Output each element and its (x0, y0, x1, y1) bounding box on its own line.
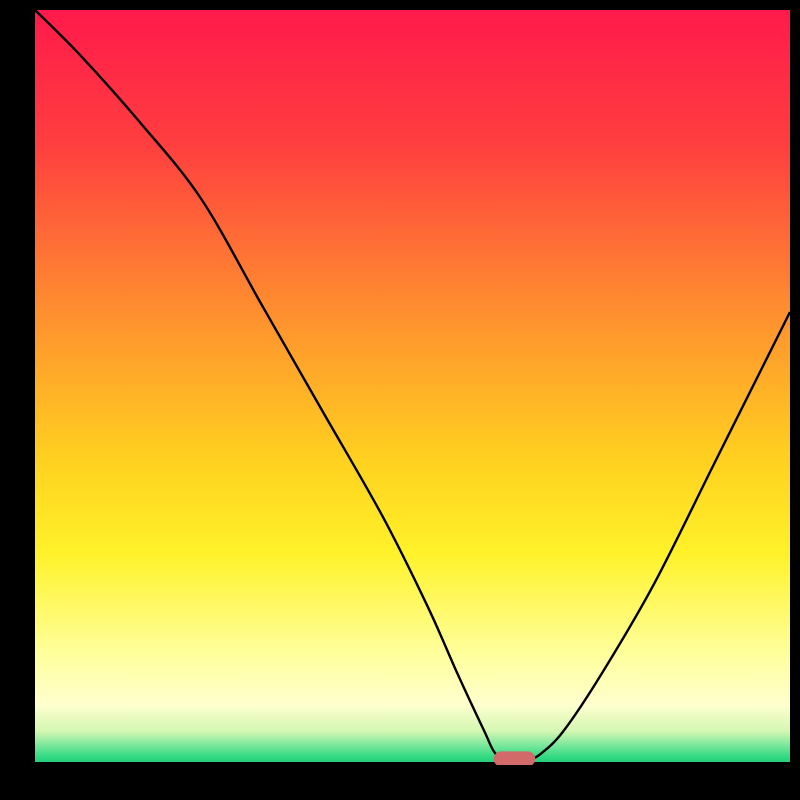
gradient-background (35, 10, 790, 765)
plot-area (35, 10, 790, 765)
bottleneck-chart (35, 10, 790, 765)
chart-frame: TheBottleneck.com (0, 0, 800, 800)
optimal-marker (494, 751, 536, 765)
